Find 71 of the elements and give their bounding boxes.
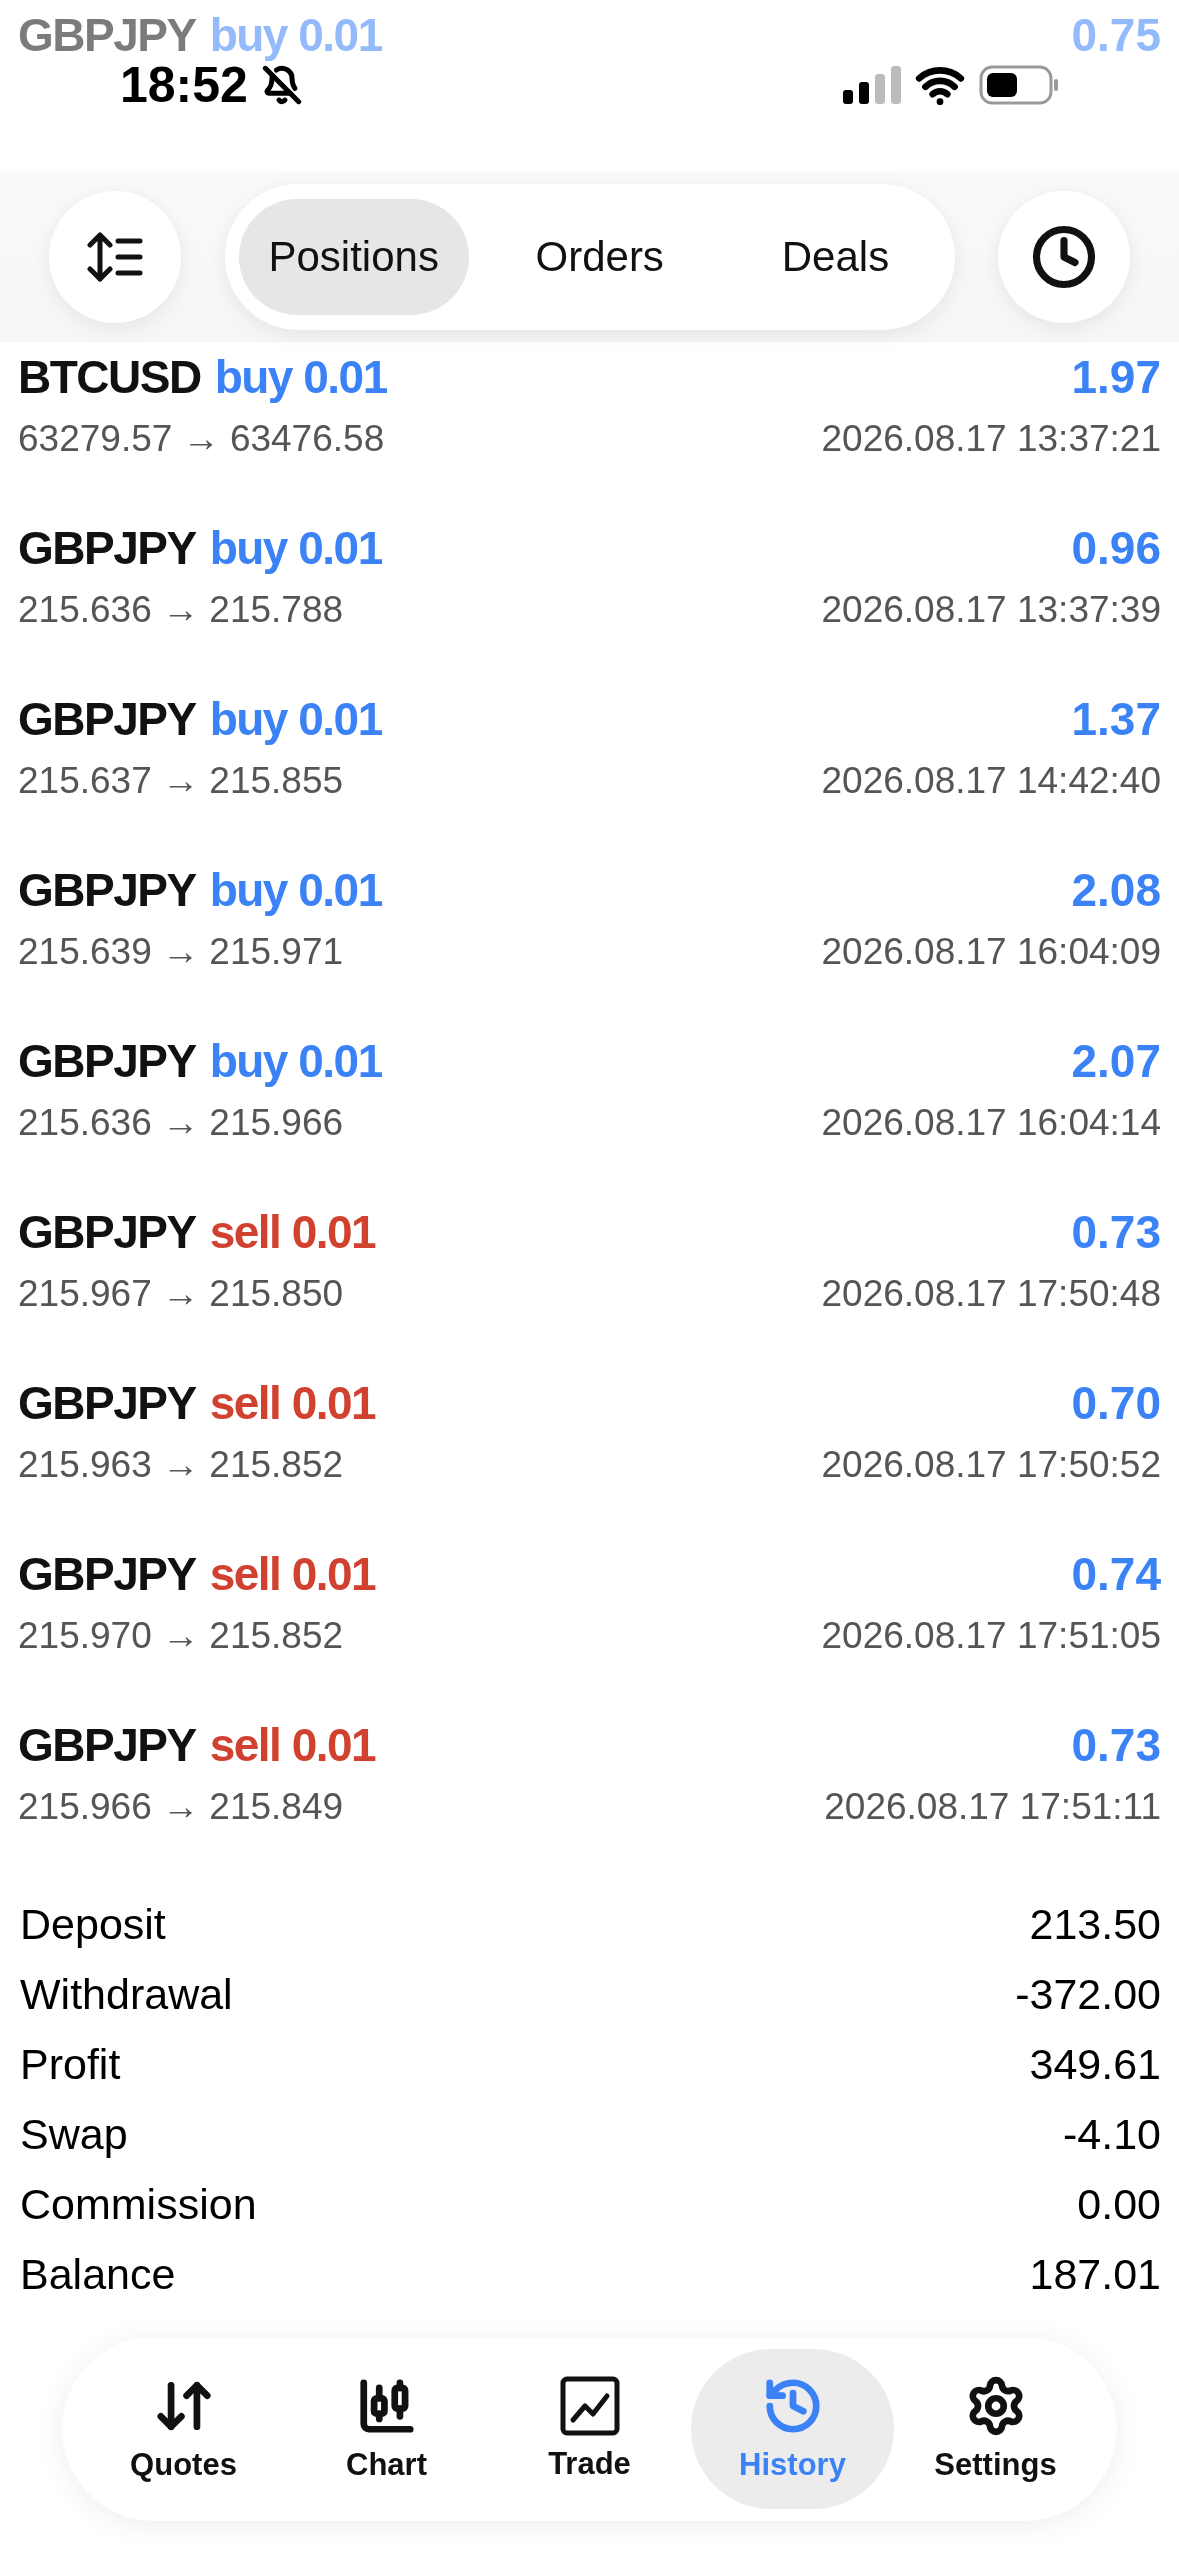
deal-time: 2026.08.17 17:50:52 [821,1444,1161,1486]
summary-value: 187.01 [1029,2249,1161,2299]
symbol-label: GBPJPY [18,521,196,575]
profit-value: 2.07 [1071,1034,1161,1088]
sort-list-icon [86,230,144,283]
bell-off-icon [261,65,302,105]
battery-icon [979,65,1059,105]
tab-bar-item[interactable]: Quotes [82,2349,285,2509]
tab-bar-item[interactable]: Chart [285,2349,488,2509]
deal-time: 2026.08.17 16:04:14 [821,1102,1161,1144]
trade-label: buy 0.01 [209,521,382,575]
deal-time: 2026.08.17 17:51:11 [824,1786,1161,1828]
segment-tab[interactable]: Orders [494,198,705,315]
tab-bar-item[interactable]: Trade [488,2349,691,2509]
segment-tab[interactable]: Deals [730,198,941,315]
deal-time: 2026.08.17 17:50:48 [821,1273,1161,1315]
profit-value: 0.73 [1071,1718,1161,1772]
price-range: 215.967 → 215.850 [18,1273,344,1315]
summary-label: Swap [20,2109,128,2159]
trade-label: buy 0.01 [209,1034,382,1088]
trade-label: buy 0.01 [209,863,382,917]
summary-value: -4.10 [1063,2109,1161,2159]
deal-time: 2026.08.17 17:51:05 [821,1615,1161,1657]
price-range: 63279.57 → 63476.58 [18,418,385,460]
price-range: 215.637 → 215.855 [18,760,344,802]
summary-label: Profit [20,2039,121,2089]
price-range: 215.963 → 215.852 [18,1444,344,1486]
profit-value: 1.37 [1071,692,1161,746]
symbol-label: BTCUSD [18,350,201,404]
trade-label: buy 0.01 [209,692,382,746]
price-range: 215.966 → 215.849 [18,1786,344,1828]
price-range: 215.639 → 215.971 [18,931,344,973]
summary-value: 213.50 [1029,1899,1161,1949]
symbol-label: GBPJPY [18,863,196,917]
signal-icon [843,66,901,104]
deal-time: 2026.08.17 14:42:40 [821,760,1161,802]
clock-icon [1031,223,1097,290]
profit-value: 2.08 [1071,863,1161,917]
trade-label: sell 0.01 [209,1547,376,1601]
price-range: 215.970 → 215.852 [18,1615,344,1657]
summary-label: Balance [20,2249,176,2299]
price-range: 215.636 → 215.966 [18,1102,344,1144]
trade-label: sell 0.01 [209,1718,376,1772]
trade-label: sell 0.01 [209,1376,376,1430]
summary-label: Commission [20,2179,257,2229]
summary-label: Withdrawal [20,1969,233,2019]
symbol-label: GBPJPY [18,692,196,746]
deal-time: 2026.08.17 13:37:39 [821,589,1161,631]
symbol-label: GBPJPY [18,1034,196,1088]
profit-value: 0.70 [1071,1376,1161,1430]
summary-value: 0.00 [1077,2179,1161,2229]
profit-value: 0.96 [1071,521,1161,575]
symbol-label: GBPJPY [18,1718,196,1772]
symbol-label: GBPJPY [18,1205,196,1259]
profit-value: 0.75 [1071,8,1161,62]
trade-label: buy 0.01 [214,350,387,404]
summary-label: Deposit [20,1899,166,1949]
symbol-label: GBPJPY [18,1547,196,1601]
profit-value: 1.97 [1071,350,1161,404]
profit-value: 0.73 [1071,1205,1161,1259]
segment-tab[interactable]: Positions [238,198,469,315]
trade-label: sell 0.01 [209,1205,376,1259]
symbol-label: GBPJPY [18,1376,196,1430]
line-chart-icon [559,2376,620,2436]
profit-value: 0.74 [1071,1547,1161,1601]
price-range: 215.636 → 215.788 [18,589,344,631]
deal-time: 2026.08.17 16:04:09 [821,931,1161,973]
tab-bar-item[interactable]: Settings [894,2349,1097,2509]
summary-value: 349.61 [1029,2039,1161,2089]
summary-value: -372.00 [1015,1969,1161,2019]
deal-time: 2026.08.17 13:37:21 [821,418,1161,460]
